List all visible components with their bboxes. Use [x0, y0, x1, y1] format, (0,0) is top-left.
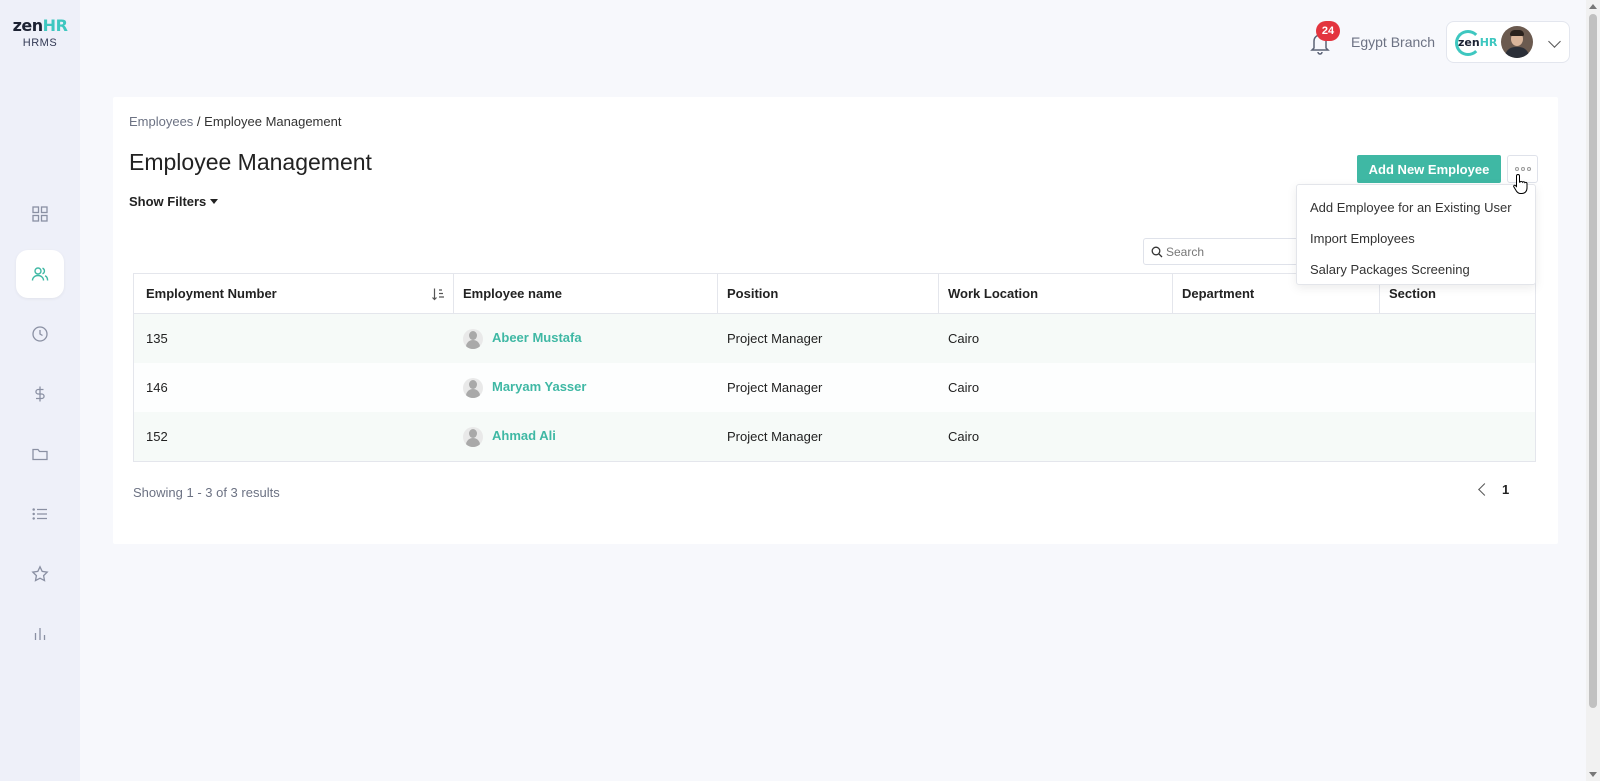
company-logo-main: zen — [1458, 36, 1480, 49]
grid-icon — [32, 206, 48, 222]
main-card: Employees / Employee Management Employee… — [113, 97, 1558, 544]
users-icon — [31, 267, 49, 281]
sidebar-item-reports[interactable] — [16, 610, 64, 658]
more-options-dropdown: Add Employee for an Existing User Import… — [1296, 184, 1536, 285]
column-header-position[interactable]: Position — [718, 274, 939, 313]
work-location: Cairo — [948, 331, 980, 346]
sidebar-item-employees[interactable] — [16, 250, 64, 298]
logo-subtitle: HRMS — [22, 37, 58, 49]
menu-item-import-employees[interactable]: Import Employees — [1297, 223, 1535, 254]
table-row[interactable]: 146 Maryam Yasser Project Manager Cairo — [134, 363, 1535, 412]
logo-text-accent: HR — [42, 16, 68, 35]
sidebar-item-documents[interactable] — [16, 430, 64, 478]
user-menu[interactable]: zenHR — [1446, 21, 1570, 63]
column-header-work-location[interactable]: Work Location — [939, 274, 1173, 313]
add-new-employee-button[interactable]: Add New Employee — [1357, 155, 1501, 183]
pagination-page-1[interactable]: 1 — [1502, 482, 1509, 497]
section — [1380, 314, 1535, 363]
menu-item-salary-packages-screening[interactable]: Salary Packages Screening — [1297, 254, 1535, 285]
employee-name-link[interactable]: Maryam Yasser — [492, 379, 586, 394]
breadcrumb-employees[interactable]: Employees — [129, 114, 193, 129]
avatar — [463, 426, 483, 447]
star-icon — [31, 565, 49, 582]
section — [1380, 412, 1535, 461]
employee-name-link[interactable]: Abeer Mustafa — [492, 330, 582, 345]
avatar — [463, 328, 483, 349]
company-logo-accent: HR — [1479, 36, 1498, 49]
sidebar-item-lists[interactable] — [16, 490, 64, 538]
section — [1380, 363, 1535, 412]
employee-name-cell: Maryam Yasser — [454, 363, 718, 412]
hand-pointer-cursor-icon — [1513, 173, 1528, 194]
work-location: Cairo — [948, 380, 980, 395]
employee-name-link[interactable]: Ahmad Ali — [492, 428, 556, 443]
sidebar-item-dashboard[interactable] — [16, 190, 64, 238]
sidebar-item-payroll[interactable] — [16, 370, 64, 418]
zenhr-logo[interactable]: zenHR HRMS — [10, 16, 70, 49]
department — [1173, 363, 1380, 412]
sort-icon[interactable] — [431, 287, 445, 301]
more-dot — [1526, 167, 1531, 171]
dollar-icon — [35, 386, 45, 402]
list-icon — [32, 508, 47, 520]
page-title: Employee Management — [129, 149, 372, 175]
avatar — [463, 377, 483, 398]
work-location: Cairo — [948, 429, 980, 444]
notification-badge: 24 — [1316, 21, 1340, 41]
table-row[interactable]: 152 Ahmad Ali Project Manager Cairo — [134, 412, 1535, 461]
chevron-down-icon[interactable] — [1548, 35, 1561, 48]
caret-down-icon — [210, 199, 219, 204]
clock-icon — [32, 326, 48, 342]
employee-name-cell: Abeer Mustafa — [454, 314, 718, 363]
employees-table: Employment Number Employee name Position… — [133, 273, 1536, 462]
more-dots-icon — [1514, 167, 1519, 171]
show-filters-toggle[interactable]: Show Filters — [129, 194, 219, 209]
sidebar-item-performance[interactable] — [16, 550, 64, 598]
scroll-up-icon[interactable] — [1589, 4, 1597, 9]
scrollbar-thumb[interactable] — [1589, 14, 1597, 708]
breadcrumb: Employees / Employee Management — [129, 114, 341, 129]
menu-item-add-existing-user[interactable]: Add Employee for an Existing User — [1297, 192, 1535, 223]
show-filters-label: Show Filters — [129, 194, 207, 209]
search-box — [1143, 238, 1303, 265]
sidebar-item-time[interactable] — [16, 310, 64, 358]
company-logo: zenHR — [1455, 30, 1497, 56]
avatar — [1501, 26, 1533, 58]
logo-text-main: zen — [12, 16, 44, 35]
employment-number: 152 — [146, 429, 168, 444]
branch-name[interactable]: Egypt Branch — [1351, 34, 1435, 50]
position: Project Manager — [727, 380, 823, 395]
column-header-employee-name[interactable]: Employee name — [454, 274, 718, 313]
department — [1173, 412, 1380, 461]
employment-number: 135 — [146, 331, 168, 346]
employee-name-cell: Ahmad Ali — [454, 412, 718, 461]
more-dot — [1520, 167, 1525, 171]
employment-number: 146 — [146, 380, 168, 395]
search-input[interactable] — [1166, 242, 1296, 261]
column-header-label: Employment Number — [146, 286, 277, 301]
position: Project Manager — [727, 331, 823, 346]
sidebar: zenHR HRMS — [0, 0, 80, 781]
bar-chart-icon — [34, 628, 46, 640]
results-summary: Showing 1 - 3 of 3 results — [133, 485, 280, 500]
position: Project Manager — [727, 429, 823, 444]
scroll-down-icon[interactable] — [1589, 772, 1597, 777]
vertical-scrollbar[interactable] — [1586, 0, 1600, 781]
breadcrumb-current: Employee Management — [204, 114, 342, 129]
breadcrumb-separator: / — [193, 114, 205, 129]
search-icon — [1151, 246, 1163, 258]
chevron-left-icon[interactable] — [1478, 483, 1491, 496]
table-row[interactable]: 135 Abeer Mustafa Project Manager Cairo — [134, 314, 1535, 363]
folder-icon — [32, 448, 48, 461]
department — [1173, 314, 1380, 363]
column-header-employment-number[interactable]: Employment Number — [134, 274, 454, 313]
